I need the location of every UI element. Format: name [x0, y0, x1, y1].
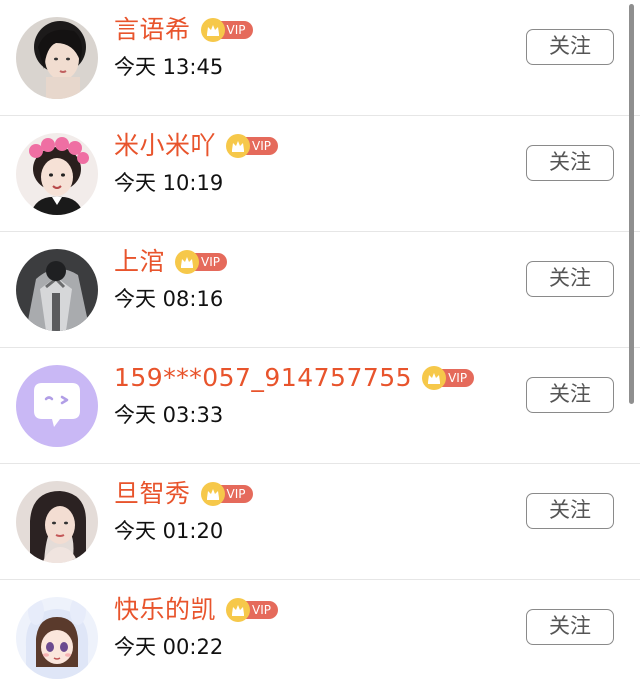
name-line: 言语希 VIP: [114, 12, 253, 48]
avatar-photo-icon: [16, 481, 98, 563]
list-item[interactable]: 快乐的凯 VIP 今天 00:22 关注: [0, 580, 640, 687]
vip-badge: VIP: [422, 366, 475, 390]
user-name[interactable]: 上涫: [114, 244, 165, 280]
timestamp: 今天 00:22: [114, 635, 224, 659]
crown-icon: [200, 18, 225, 42]
list-item[interactable]: 159***057_914757755 VIP 今天 03:33 关注: [0, 348, 640, 464]
avatar[interactable]: [16, 481, 98, 563]
follower-list: 言语希 VIP 今天 13:45 关注 米小米吖 VIP 今天 10:19 关注…: [0, 0, 640, 687]
list-item[interactable]: 米小米吖 VIP 今天 10:19 关注: [0, 116, 640, 232]
avatar-photo-icon: [16, 249, 98, 331]
crown-icon: [200, 482, 225, 506]
follow-button[interactable]: 关注: [526, 29, 614, 65]
vip-badge: VIP: [226, 598, 278, 622]
crown-icon: [226, 134, 251, 158]
avatar[interactable]: [16, 365, 98, 447]
scrollbar[interactable]: [629, 4, 634, 404]
vip-badge: VIP: [175, 250, 227, 274]
name-line: 旦智秀 VIP: [114, 476, 253, 512]
name-line: 米小米吖 VIP: [114, 128, 278, 164]
list-item[interactable]: 上涫 VIP 今天 08:16 关注: [0, 232, 640, 348]
timestamp: 今天 08:16: [114, 287, 224, 311]
avatar[interactable]: [16, 17, 98, 99]
follow-button[interactable]: 关注: [526, 145, 614, 181]
vip-badge: VIP: [200, 18, 253, 42]
vip-badge: VIP: [226, 134, 278, 158]
name-line: 159***057_914757755 VIP: [114, 360, 475, 396]
list-item[interactable]: 旦智秀 VIP 今天 01:20 关注: [0, 464, 640, 580]
timestamp: 今天 13:45: [114, 55, 224, 79]
user-name[interactable]: 快乐的凯: [114, 592, 216, 628]
avatar[interactable]: [16, 597, 98, 679]
timestamp: 今天 01:20: [114, 519, 224, 543]
vip-badge: VIP: [200, 482, 253, 506]
follow-button[interactable]: 关注: [526, 609, 614, 645]
name-line: 上涫 VIP: [114, 244, 227, 280]
anime-avatar-icon: [16, 597, 98, 679]
user-name[interactable]: 旦智秀: [114, 476, 191, 512]
follow-button[interactable]: 关注: [526, 493, 614, 529]
timestamp: 今天 03:33: [114, 403, 224, 427]
avatar[interactable]: [16, 133, 98, 215]
crown-icon: [422, 366, 447, 390]
follow-button[interactable]: 关注: [526, 261, 614, 297]
avatar[interactable]: [16, 249, 98, 331]
crown-icon: [226, 598, 251, 622]
chat-bubble-icon: [16, 365, 98, 447]
timestamp: 今天 10:19: [114, 171, 224, 195]
user-name[interactable]: 米小米吖: [114, 128, 216, 164]
follow-button[interactable]: 关注: [526, 377, 614, 413]
user-name[interactable]: 159***057_914757755: [114, 360, 412, 396]
user-name[interactable]: 言语希: [114, 12, 191, 48]
avatar-photo-icon: [16, 133, 98, 215]
name-line: 快乐的凯 VIP: [114, 592, 278, 628]
crown-icon: [175, 250, 200, 274]
list-item[interactable]: 言语希 VIP 今天 13:45 关注: [0, 0, 640, 116]
avatar-photo-icon: [16, 17, 98, 99]
